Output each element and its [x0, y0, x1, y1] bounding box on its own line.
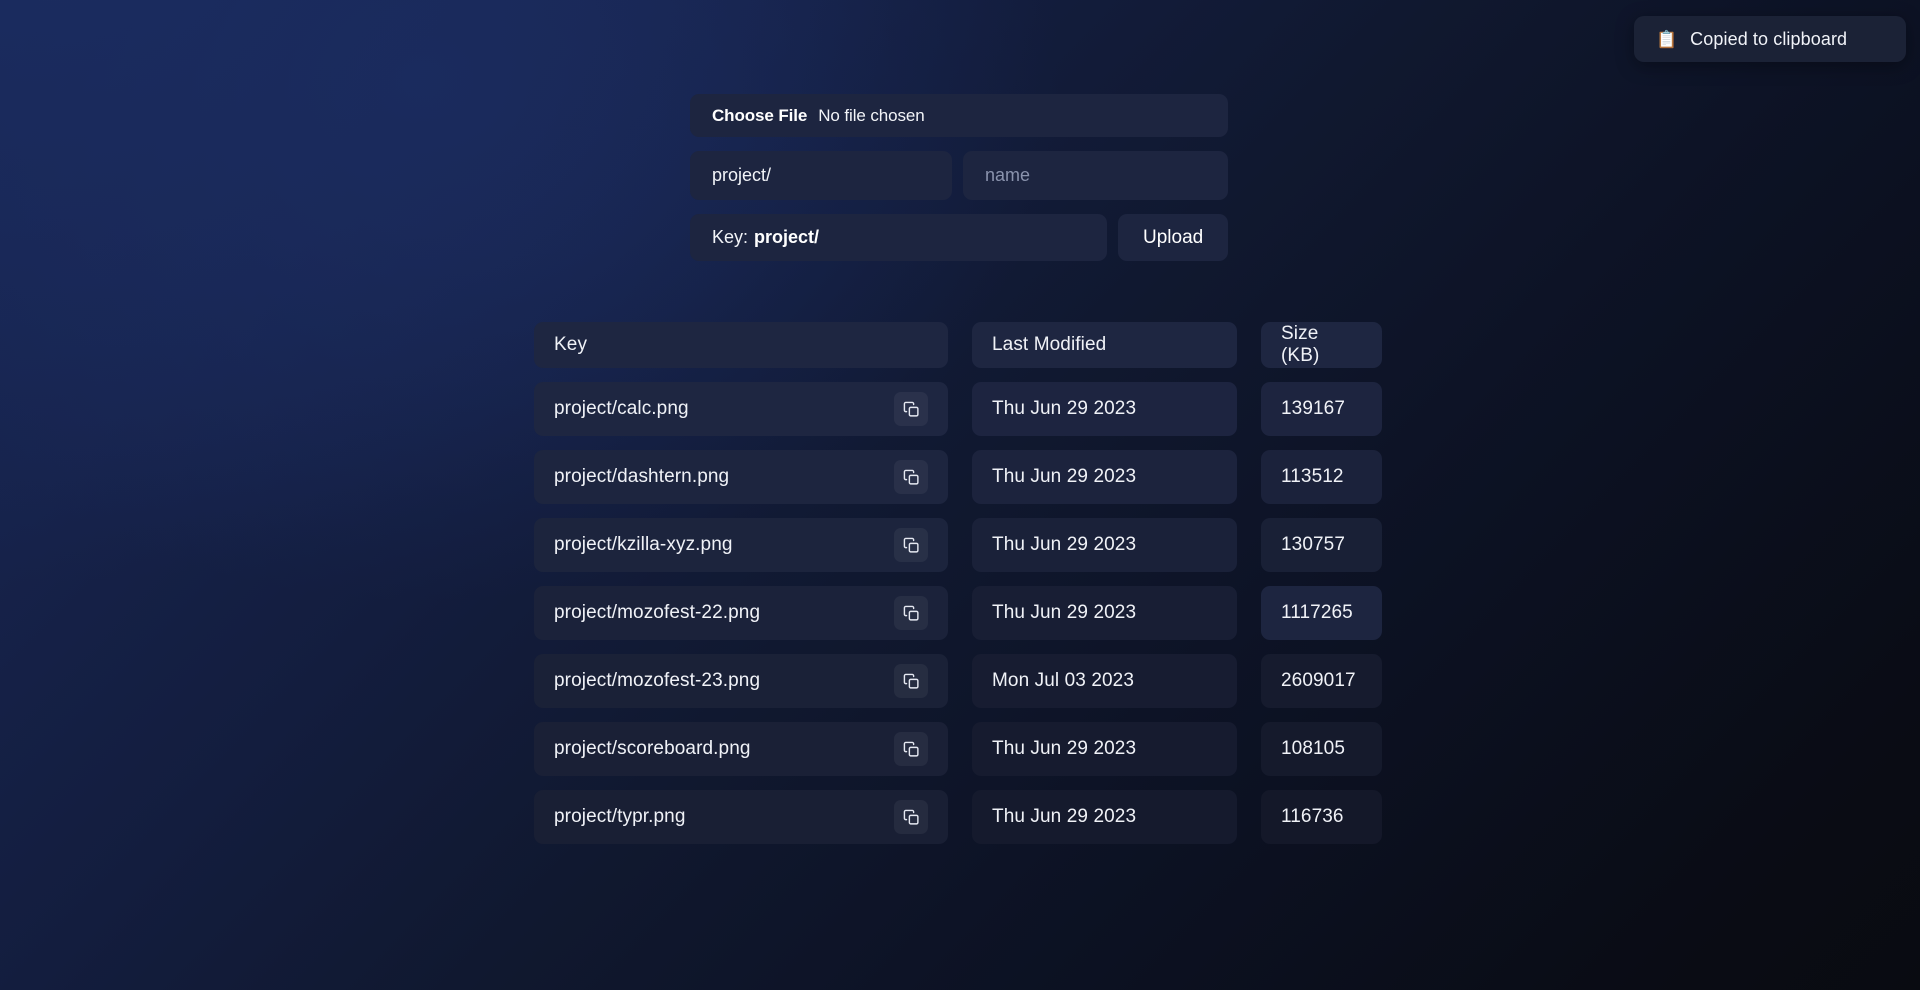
copy-icon: [903, 605, 919, 621]
prefix-input[interactable]: [690, 151, 952, 200]
cell-last-modified: Thu Jun 29 2023: [972, 382, 1237, 436]
name-input[interactable]: [963, 151, 1228, 200]
objects-table: Key Last Modified Size (KB) project/calc…: [534, 322, 1386, 844]
table-row: project/calc.png Thu Jun 29 2023 139167: [534, 382, 1386, 436]
table-row: project/kzilla-xyz.png Thu Jun 29 2023 1…: [534, 518, 1386, 572]
cell-size: 130757: [1261, 518, 1382, 572]
key-preview-value: project/: [754, 227, 820, 247]
key-text: project/scoreboard.png: [554, 738, 751, 759]
cell-size: 116736: [1261, 790, 1382, 844]
column-header-size: Size (KB): [1261, 322, 1382, 368]
file-status-text: No file chosen: [818, 105, 925, 125]
copy-icon: [903, 673, 919, 689]
key-preview: Key: project/: [690, 214, 1108, 261]
copy-key-button[interactable]: [894, 392, 928, 426]
cell-size: 139167: [1261, 382, 1382, 436]
cell-last-modified: Thu Jun 29 2023: [972, 586, 1237, 640]
cell-key: project/mozofest-22.png: [534, 586, 948, 640]
table-row: project/typr.png Thu Jun 29 2023 116736: [534, 790, 1386, 844]
copy-key-button[interactable]: [894, 460, 928, 494]
table-row: project/mozofest-23.png Mon Jul 03 2023 …: [534, 654, 1386, 708]
copy-key-button[interactable]: [894, 732, 928, 766]
column-header-last-modified: Last Modified: [972, 322, 1237, 368]
cell-key: project/typr.png: [534, 790, 948, 844]
file-picker[interactable]: Choose File No file chosen: [690, 94, 1228, 137]
copy-key-button[interactable]: [894, 664, 928, 698]
cell-size: 1117265: [1261, 586, 1382, 640]
key-text: project/typr.png: [554, 806, 686, 827]
copy-key-button[interactable]: [894, 528, 928, 562]
copy-icon: [903, 741, 919, 757]
table-header-row: Key Last Modified Size (KB): [534, 322, 1386, 368]
cell-key: project/kzilla-xyz.png: [534, 518, 948, 572]
cell-last-modified: Mon Jul 03 2023: [972, 654, 1237, 708]
toast-message: Copied to clipboard: [1690, 28, 1848, 49]
clipboard-icon: 📋: [1656, 29, 1678, 49]
column-header-key: Key: [534, 322, 948, 368]
choose-file-button[interactable]: Choose File: [712, 106, 807, 126]
cell-size: 113512: [1261, 450, 1382, 504]
key-inputs-row: [690, 151, 1228, 200]
key-text: project/dashtern.png: [554, 466, 730, 487]
cell-last-modified: Thu Jun 29 2023: [972, 450, 1237, 504]
table-row: project/mozofest-22.png Thu Jun 29 2023 …: [534, 586, 1386, 640]
upload-button[interactable]: Upload: [1118, 214, 1228, 261]
cell-last-modified: Thu Jun 29 2023: [972, 518, 1237, 572]
key-preview-row: Key: project/ Upload: [690, 214, 1228, 261]
cell-key: project/dashtern.png: [534, 450, 948, 504]
cell-last-modified: Thu Jun 29 2023: [972, 790, 1237, 844]
cell-last-modified: Thu Jun 29 2023: [972, 722, 1237, 776]
copy-key-button[interactable]: [894, 800, 928, 834]
key-text: project/calc.png: [554, 398, 689, 419]
copy-icon: [903, 809, 919, 825]
copy-icon: [903, 537, 919, 553]
table-row: project/scoreboard.png Thu Jun 29 2023 1…: [534, 722, 1386, 776]
copied-toast: 📋 Copied to clipboard: [1634, 16, 1906, 62]
cell-key: project/scoreboard.png: [534, 722, 948, 776]
copy-key-button[interactable]: [894, 596, 928, 630]
copy-icon: [903, 401, 919, 417]
key-preview-label: Key:: [712, 227, 749, 247]
cell-key: project/mozofest-23.png: [534, 654, 948, 708]
key-text: project/mozofest-23.png: [554, 670, 761, 691]
copy-icon: [903, 469, 919, 485]
upload-form: Choose File No file chosen Key: project/…: [690, 94, 1228, 261]
key-text: project/kzilla-xyz.png: [554, 534, 733, 555]
table-row: project/dashtern.png Thu Jun 29 2023 113…: [534, 450, 1386, 504]
key-text: project/mozofest-22.png: [554, 602, 761, 623]
cell-size: 108105: [1261, 722, 1382, 776]
cell-key: project/calc.png: [534, 382, 948, 436]
cell-size: 2609017: [1261, 654, 1382, 708]
